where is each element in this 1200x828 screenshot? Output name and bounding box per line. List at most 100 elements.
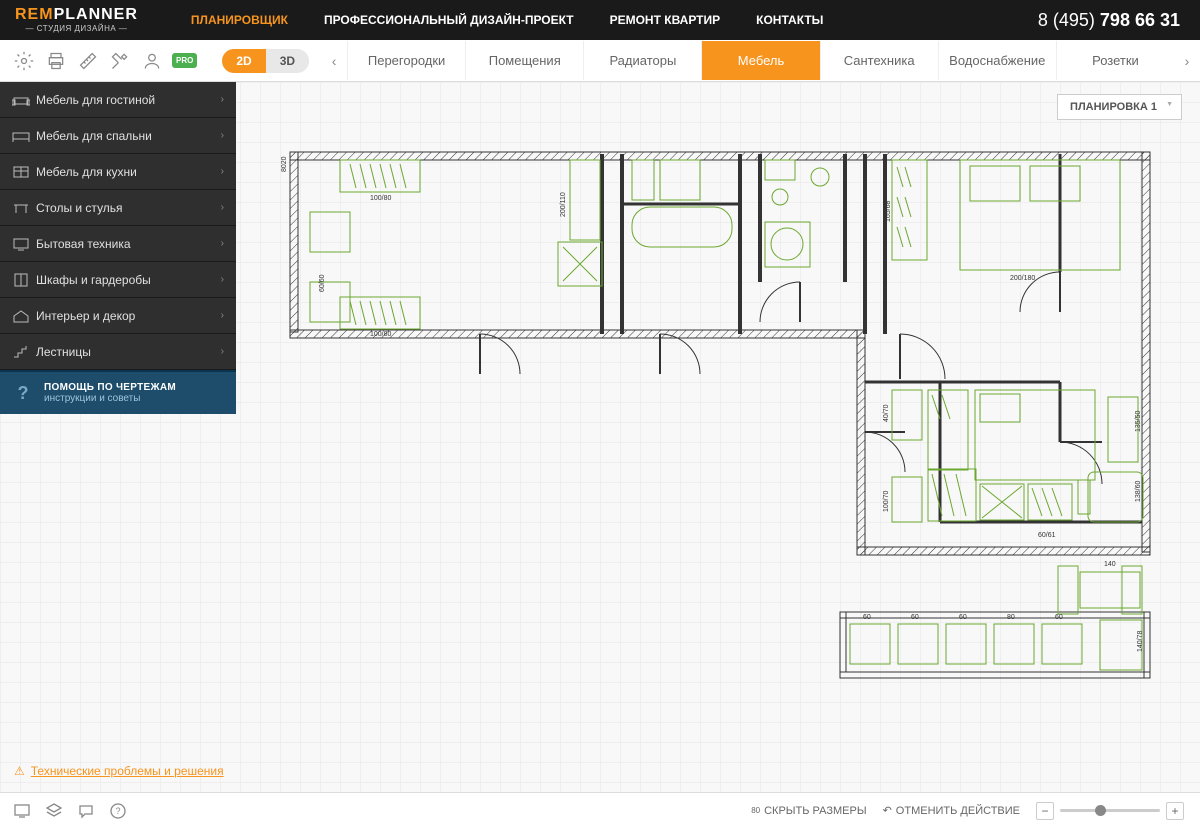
sidebar-item-bedroom[interactable]: Мебель для спальни › [0,118,236,154]
svg-text:60: 60 [863,614,871,621]
bed-icon [12,129,36,143]
wardrobe-icon [12,273,36,287]
nav-renovation[interactable]: РЕМОНТ КВАРТИР [592,0,739,40]
svg-text:135/50: 135/50 [1135,410,1142,432]
svg-text:8020: 8020 [281,156,288,172]
svg-text:100/80: 100/80 [370,331,392,338]
chevron-right-icon: › [221,130,224,141]
toolbar: PRO 2D 3D ‹ Перегородки Помещения Радиат… [0,40,1200,82]
logo[interactable]: REMPLANNER — СТУДИЯ ДИЗАЙНА — [0,7,153,33]
svg-text:60: 60 [959,614,967,621]
view-3d-button[interactable]: 3D [266,49,309,73]
tab-sockets[interactable]: Розетки [1056,41,1174,80]
sidebar-item-wardrobes[interactable]: Шкафы и гардеробы › [0,262,236,298]
svg-text:138/60: 138/60 [1135,480,1142,502]
hide-dimensions-button[interactable]: 80 СКРЫТЬ РАЗМЕРЫ [751,805,866,817]
svg-text:200/110: 200/110 [560,192,567,217]
zoom-out-button[interactable]: − [1036,802,1054,820]
sidebar-item-label: Столы и стулья [36,201,123,215]
tab-water[interactable]: Водоснабжение [938,41,1056,80]
svg-text:60: 60 [911,614,919,621]
stairs-icon [12,345,36,359]
sidebar-help[interactable]: ? ПОМОЩЬ ПО ЧЕРТЕЖАМ инструкции и советы [0,370,236,414]
zoom-slider: − + [1036,802,1184,820]
layers-icon[interactable] [38,795,70,827]
person-icon[interactable] [136,45,168,77]
tab-partitions[interactable]: Перегородки [347,41,465,80]
tabs-area: ‹ Перегородки Помещения Радиаторы Мебель… [321,40,1200,82]
sidebar-item-tables[interactable]: Столы и стулья › [0,190,236,226]
phone-number[interactable]: 8 (495) 798 66 31 [1038,10,1200,31]
tabs: Перегородки Помещения Радиаторы Мебель С… [347,41,1174,80]
sidebar-item-kitchen[interactable]: Мебель для кухни › [0,154,236,190]
chevron-right-icon: › [221,238,224,249]
sidebar: Мебель для гостиной › Мебель для спальни… [0,82,236,414]
ruler-icon[interactable] [72,45,104,77]
screen-icon[interactable] [6,795,38,827]
floorplan[interactable]: 8020 100/80 200/110 100/80 165/68 200/18… [280,142,1160,722]
zoom-thumb[interactable] [1095,805,1106,816]
tab-furniture[interactable]: Мебель [701,41,819,80]
svg-text:60/61: 60/61 [1038,532,1056,539]
bottom-icons: ? [0,795,134,827]
tv-icon [12,237,36,251]
sidebar-item-label: Лестницы [36,345,91,359]
sidebar-item-living[interactable]: Мебель для гостиной › [0,82,236,118]
pro-badge[interactable]: PRO [172,53,197,68]
main-nav: ПЛАНИРОВЩИК ПРОФЕССИОНАЛЬНЫЙ ДИЗАЙН-ПРОЕ… [173,0,841,40]
nav-planner[interactable]: ПЛАНИРОВЩИК [173,0,306,40]
nav-design-project[interactable]: ПРОФЕССИОНАЛЬНЫЙ ДИЗАЙН-ПРОЕКТ [306,0,592,40]
chevron-right-icon: › [221,166,224,177]
sofa-icon [12,93,36,107]
sidebar-item-appliances[interactable]: Бытовая техника › [0,226,236,262]
svg-text:?: ? [115,806,120,816]
sidebar-item-label: Интерьер и декор [36,309,135,323]
zoom-in-button[interactable]: + [1166,802,1184,820]
logo-text: REMPLANNER [15,7,138,23]
nav-contacts[interactable]: КОНТАКТЫ [738,0,841,40]
tab-rooms[interactable]: Помещения [465,41,583,80]
view-2d-button[interactable]: 2D [222,49,265,73]
home-icon [12,309,36,323]
sidebar-item-stairs[interactable]: Лестницы › [0,334,236,370]
svg-text:140: 140 [1104,561,1116,568]
svg-text:100/80: 100/80 [370,195,392,202]
bottom-right: 80 СКРЫТЬ РАЗМЕРЫ ↶ ОТМЕНИТЬ ДЕЙСТВИЕ − … [751,802,1200,820]
chevron-right-icon: › [221,274,224,285]
tab-radiators[interactable]: Радиаторы [583,41,701,80]
svg-text:40/70: 40/70 [883,404,890,422]
warning-icon: ⚠ [14,764,25,778]
tools-icon[interactable] [104,45,136,77]
chevron-right-icon: › [221,346,224,357]
tabs-next-arrow[interactable]: › [1174,40,1200,82]
help-circle-icon[interactable]: ? [102,795,134,827]
undo-icon: ↶ [883,804,892,817]
tool-icons: PRO [0,45,197,77]
settings-icon[interactable] [8,45,40,77]
sidebar-item-label: Шкафы и гардеробы [36,273,151,287]
undo-button[interactable]: ↶ ОТМЕНИТЬ ДЕЙСТВИЕ [883,804,1020,817]
chat-icon[interactable] [70,795,102,827]
svg-text:80: 80 [1007,614,1015,621]
tab-plumbing[interactable]: Сантехника [820,41,938,80]
chevron-right-icon: › [221,94,224,105]
chevron-right-icon: › [221,310,224,321]
plan-dropdown[interactable]: ПЛАНИРОВКА 1 [1057,94,1182,120]
table-icon [12,201,36,215]
svg-text:200/180: 200/180 [1010,275,1035,282]
sidebar-item-label: Бытовая техника [36,237,131,251]
view-toggle: 2D 3D [222,49,309,73]
svg-text:60/60: 60/60 [319,274,326,292]
top-header: REMPLANNER — СТУДИЯ ДИЗАЙНА — ПЛАНИРОВЩИ… [0,0,1200,40]
tabs-prev-arrow[interactable]: ‹ [321,40,347,82]
zoom-track[interactable] [1060,809,1160,812]
help-icon: ? [12,382,34,404]
svg-text:60: 60 [1055,614,1063,621]
print-icon[interactable] [40,45,72,77]
tech-problems-link[interactable]: ⚠ Технические проблемы и решения [14,764,224,778]
sidebar-item-label: Мебель для спальни [36,129,152,143]
sidebar-item-label: Мебель для гостиной [36,93,155,107]
chevron-right-icon: › [221,202,224,213]
sidebar-item-label: Мебель для кухни [36,165,137,179]
sidebar-item-decor[interactable]: Интерьер и декор › [0,298,236,334]
